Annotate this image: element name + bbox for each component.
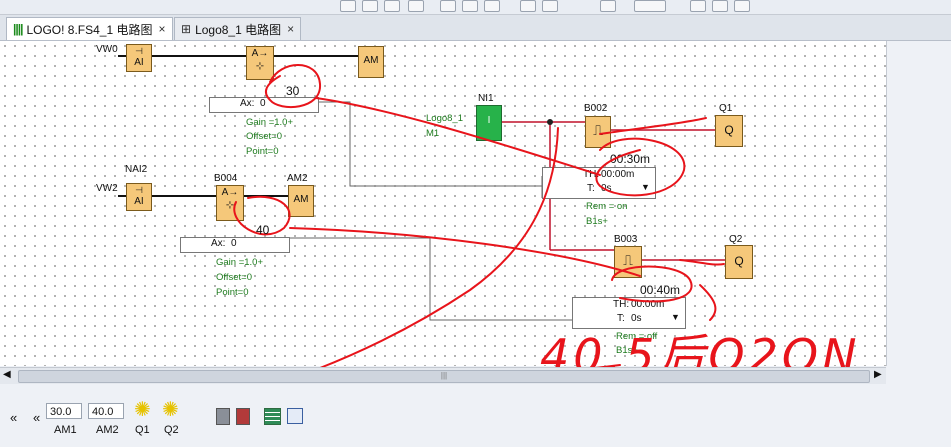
th-label: TH:	[613, 299, 630, 310]
tab-bar: |||| LOGO! 8.FS4_1 电路图 × ⊞ Logo8_1 电路图 ×	[0, 15, 951, 41]
t-value: 0s	[601, 183, 612, 194]
gain-label: Gain =1.0+	[246, 117, 294, 128]
network-input-block[interactable]: I	[476, 105, 502, 141]
diagram-icon: ⊞	[181, 22, 192, 36]
toolbar	[0, 0, 951, 15]
q-tag: Q	[724, 123, 734, 137]
timer-block-b002[interactable]: ⎍	[585, 116, 611, 148]
tab-label: LOGO! 8.FS4_1 电路图	[26, 22, 153, 37]
ax-label: Ax:	[240, 98, 255, 109]
ai-tag: AI	[134, 196, 144, 207]
am-block-top[interactable]: AM	[358, 46, 384, 78]
toolbar-button[interactable]	[384, 0, 400, 12]
scrollbar-thumb[interactable]: |||	[18, 370, 870, 383]
toolbar-button[interactable]	[734, 0, 750, 12]
analog-input-block[interactable]: ⊣ AI	[126, 183, 152, 211]
timer-time-b003: 00:40m	[640, 283, 681, 297]
th-value: 00:00m	[601, 169, 635, 180]
point-label: Point=0	[246, 146, 279, 157]
am2-label: AM2	[287, 173, 308, 184]
toolbar-button[interactable]	[520, 0, 536, 12]
nai2-label: NAI2	[125, 164, 148, 175]
ax-value: 0	[231, 238, 237, 249]
am1-value[interactable]: 30.0	[46, 403, 82, 419]
gain-label: Gain =1.0+	[216, 257, 264, 268]
collapse-icon[interactable]: «	[33, 410, 40, 425]
b004-label: B004	[214, 173, 238, 184]
timer-param-b002[interactable]: TH: 00:00m T: 0s ▼	[542, 167, 656, 199]
annotation-30: 30	[286, 84, 300, 98]
horizontal-scrollbar[interactable]: ◀ ||| ▶	[0, 367, 886, 385]
grid-icon[interactable]	[287, 408, 303, 424]
offset-label: Offset=0	[216, 272, 253, 283]
table-icon[interactable]	[264, 408, 281, 425]
am2-label: AM2	[96, 424, 119, 436]
ax-label: Ax:	[211, 238, 226, 249]
scroll-left-icon[interactable]: ◀	[3, 369, 11, 380]
dropdown-icon[interactable]: ▼	[641, 182, 650, 192]
m1-label: M1	[426, 128, 440, 139]
output-block-q2[interactable]: Q	[725, 245, 753, 279]
toolbar-button[interactable]	[712, 0, 728, 12]
lamp-on-icon: ✺	[162, 399, 179, 421]
q1-output-label: Q1	[135, 424, 150, 436]
tab-label: Logo8_1 电路图	[195, 22, 282, 37]
toolbar-button[interactable]	[600, 0, 616, 12]
toolbar-button[interactable]	[362, 0, 378, 12]
am-tag: AM	[293, 194, 309, 205]
am-block-bottom[interactable]: AM	[288, 185, 314, 217]
am1-label: AM1	[54, 424, 77, 436]
vw0-label: VW0	[96, 44, 118, 55]
analog-compare-block[interactable]: A→ ⊹	[246, 46, 274, 80]
toolbar-button[interactable]	[440, 0, 456, 12]
toolbar-button[interactable]	[462, 0, 478, 12]
am-tag: AM	[363, 55, 379, 66]
simulation-panel: « « 30.0 40.0 AM1 AM2 ✺ ✺ Q1 Q2	[0, 384, 951, 447]
close-icon[interactable]: ×	[158, 22, 165, 36]
ni1-label: NI1	[478, 93, 494, 104]
q2-label: Q2	[729, 234, 743, 245]
lamp-on-icon: ✺	[134, 399, 151, 421]
timer-block-b003[interactable]: ⎍	[614, 246, 642, 278]
close-icon[interactable]: ×	[287, 22, 294, 36]
vw2-label: VW2	[96, 183, 118, 194]
rem-label: Rem = on	[586, 201, 628, 212]
timer-time-b002: 00:30m	[610, 152, 651, 166]
q-tag: Q	[734, 254, 744, 268]
analog-compare-block[interactable]: A→ ⊹	[216, 185, 244, 221]
toolbar-button[interactable]	[408, 0, 424, 12]
tab-logo8[interactable]: ⊞ Logo8_1 电路图 ×	[174, 17, 302, 40]
toolbar-button[interactable]	[484, 0, 500, 12]
point-label: Point=0	[216, 287, 249, 298]
toolbar-button[interactable]	[542, 0, 558, 12]
th-label: TH:	[583, 169, 600, 180]
side-panel	[887, 41, 951, 366]
ax-value: 0	[260, 98, 266, 109]
q1-label: Q1	[719, 103, 733, 114]
device-icon[interactable]	[216, 408, 230, 425]
scroll-right-icon[interactable]: ▶	[874, 369, 882, 380]
annotation-40: 40	[256, 223, 270, 237]
ax-field-bottom[interactable]: Ax: 0	[180, 237, 290, 253]
ai-tag: AI	[134, 57, 144, 68]
t-label: T:	[587, 183, 595, 194]
output-block-q1[interactable]: Q	[715, 115, 743, 147]
b002-label: B002	[584, 103, 608, 114]
b1s-label: B1s+	[586, 216, 608, 227]
offset-label: Offset=0	[246, 131, 283, 142]
network-icon[interactable]	[236, 408, 250, 425]
source-label: Logo8_1	[426, 113, 463, 124]
tab-logo-fs4[interactable]: |||| LOGO! 8.FS4_1 电路图 ×	[6, 17, 173, 40]
q2-output-label: Q2	[164, 424, 179, 436]
b003-label: B003	[614, 234, 638, 245]
ax-field-top[interactable]: Ax: 0	[209, 97, 319, 113]
am2-value[interactable]: 40.0	[88, 403, 124, 419]
collapse-icon[interactable]: «	[10, 410, 17, 425]
analog-input-block[interactable]: ⊣ AI	[126, 44, 152, 72]
toolbar-button[interactable]	[690, 0, 706, 12]
toolbar-button[interactable]	[340, 0, 356, 12]
toolbar-button[interactable]	[634, 0, 666, 12]
th-value: 00:00m	[631, 299, 665, 310]
diagram-icon: ||||	[13, 22, 23, 36]
